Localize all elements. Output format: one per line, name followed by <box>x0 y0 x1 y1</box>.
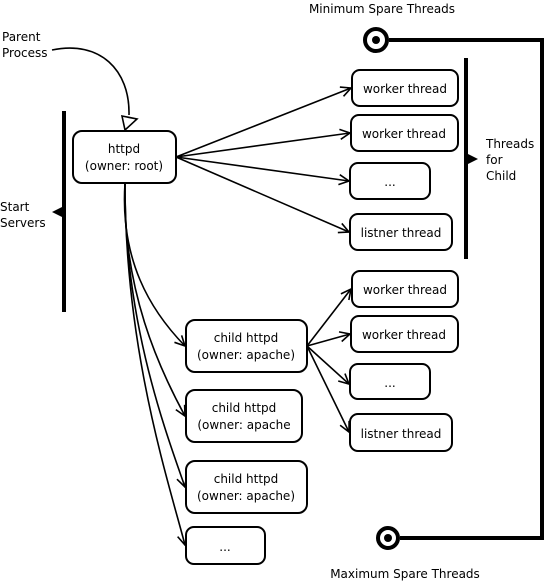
parent-thread-worker-2: worker thread <box>350 114 459 152</box>
parent-process-label-2: Process <box>2 46 48 60</box>
svg-text:child httpd: child httpd <box>212 401 277 415</box>
child-thread-more: ... <box>349 363 431 400</box>
child-thread-arrows <box>306 289 351 432</box>
child-httpd-more: ... <box>185 526 266 565</box>
diagram: Minimum Spare Threads Maximum Spare Thre… <box>0 0 545 585</box>
child-httpd-node-2: child httpd (owner: apache <box>185 389 303 443</box>
svg-text:...: ... <box>384 175 395 189</box>
child-httpd-node-1: child httpd (owner: apache) <box>185 319 308 373</box>
left-arrowhead-icon <box>52 205 66 219</box>
threads-for-child-label-2: for <box>486 153 503 167</box>
start-servers-label-1: Start <box>0 200 30 214</box>
child-spawn-arrows <box>123 182 185 545</box>
threads-for-child-label-1: Threads <box>485 137 534 151</box>
svg-text:worker thread: worker thread <box>362 127 446 141</box>
svg-text:worker thread: worker thread <box>363 82 447 96</box>
svg-text:worker thread: worker thread <box>363 283 447 297</box>
parent-thread-arrows <box>175 88 351 232</box>
parent-thread-listener: listner thread <box>349 213 453 251</box>
svg-text:...: ... <box>384 376 395 390</box>
child-httpd-node-3: child httpd (owner: apache) <box>185 460 308 514</box>
max-spare-label: Maximum Spare Threads <box>330 567 480 581</box>
svg-text:worker thread: worker thread <box>362 328 446 342</box>
svg-text:child httpd: child httpd <box>214 331 279 345</box>
httpd-parent-node: httpd (owner: root) <box>72 130 177 184</box>
child-thread-listener: listner thread <box>349 413 453 452</box>
svg-text:...: ... <box>219 540 230 554</box>
start-servers-label-2: Servers <box>0 216 46 230</box>
parent-thread-worker-1: worker thread <box>351 69 459 107</box>
parent-process-label-1: Parent <box>2 30 41 44</box>
child-thread-worker-2: worker thread <box>350 315 459 353</box>
threads-for-child-label-3: Child <box>486 169 516 183</box>
parent-process-arrow <box>51 47 130 116</box>
right-arrowhead-icon <box>464 152 478 166</box>
diagram-canvas: Minimum Spare Threads Maximum Spare Thre… <box>0 2 544 581</box>
svg-text:(owner: apache): (owner: apache) <box>197 489 295 503</box>
svg-text:child httpd: child httpd <box>214 472 279 486</box>
parent-thread-more: ... <box>349 162 431 200</box>
svg-text:(owner: root): (owner: root) <box>85 159 163 173</box>
svg-text:listner thread: listner thread <box>361 226 442 240</box>
svg-text:(owner: apache): (owner: apache) <box>197 348 295 362</box>
svg-text:listner thread: listner thread <box>361 427 442 441</box>
child-thread-worker-1: worker thread <box>351 270 459 308</box>
svg-text:(owner: apache: (owner: apache <box>197 418 290 432</box>
min-spare-label: Minimum Spare Threads <box>309 2 455 16</box>
hollow-arrowhead-icon <box>120 114 139 132</box>
svg-text:httpd: httpd <box>108 142 140 156</box>
